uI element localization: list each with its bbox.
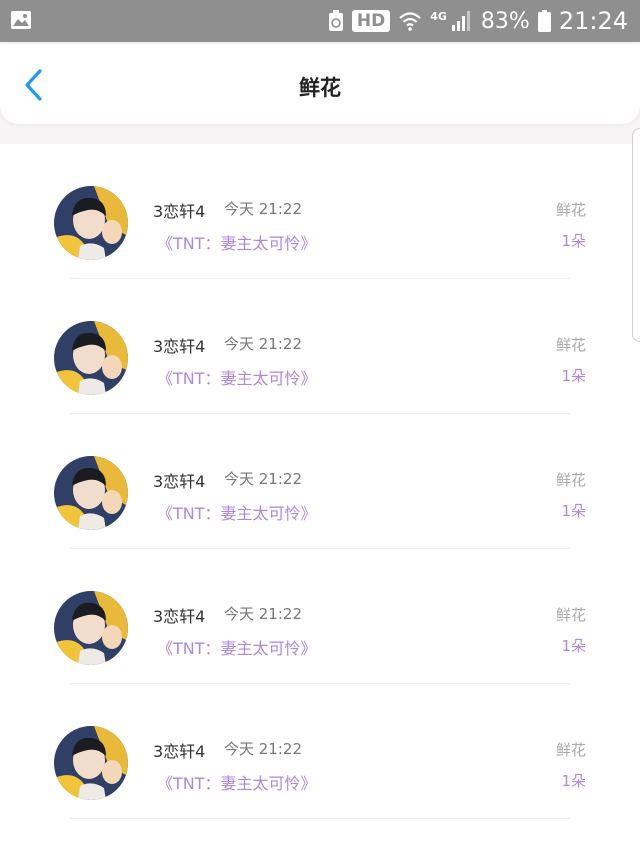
user-name[interactable]: 3恋轩4 (153, 603, 205, 627)
avatar[interactable] (54, 456, 128, 530)
book-title-link[interactable]: 《TNT：妻主太可怜》 (157, 770, 317, 794)
book-title-link[interactable]: 《TNT：妻主太可怜》 (157, 500, 317, 524)
avatar-image (54, 591, 128, 665)
user-name[interactable]: 3恋轩4 (153, 333, 205, 357)
avatar-image (54, 186, 128, 260)
avatar-image (54, 321, 128, 395)
gift-type: 鲜花 (555, 741, 586, 759)
gift-type: 鲜花 (555, 336, 586, 354)
status-bar: HD 4G 83% 21:24 (0, 0, 640, 42)
list-item[interactable]: 3恋轩4 今天 21:22 《TNT：妻主太可怜》 鲜花 1朵 (0, 414, 640, 549)
gift-time: 今天 21:22 (224, 470, 302, 488)
divider (70, 818, 570, 819)
gift-time: 今天 21:22 (224, 740, 302, 758)
flower-gift-list: 3恋轩4 今天 21:22 《TNT：妻主太可怜》 鲜花 1朵 3恋轩4 今天 … (0, 144, 640, 845)
book-title-link[interactable]: 《TNT：妻主太可怜》 (157, 365, 317, 389)
gift-count: 1朵 (561, 367, 586, 385)
gift-type: 鲜花 (555, 471, 586, 489)
gift-time: 今天 21:22 (224, 605, 302, 623)
battery-percent: 83% (480, 8, 530, 34)
list-item[interactable]: 3恋轩4 今天 21:22 《TNT：妻主太可怜》 鲜花 1朵 (0, 144, 640, 279)
wifi-icon (399, 12, 421, 31)
clock: 21:24 (558, 7, 628, 35)
network-type-label: 4G (430, 9, 447, 23)
user-name[interactable]: 3恋轩4 (153, 738, 205, 762)
gift-time: 今天 21:22 (224, 200, 302, 218)
battery-icon (537, 10, 551, 32)
gift-count: 1朵 (561, 232, 586, 250)
gift-count: 1朵 (561, 772, 586, 790)
gift-type: 鲜花 (555, 606, 586, 624)
recycle-battery-saver-icon (328, 10, 343, 31)
gift-count: 1朵 (561, 502, 586, 520)
signal-icon (451, 11, 470, 31)
gift-time: 今天 21:22 (224, 335, 302, 353)
gallery-icon (11, 11, 31, 29)
gift-count: 1朵 (561, 637, 586, 655)
page-title: 鲜花 (299, 76, 341, 100)
list-item[interactable]: 3恋轩4 今天 21:22 《TNT：妻主太可怜》 鲜花 1朵 (0, 684, 640, 819)
hd-badge: HD (351, 10, 391, 32)
avatar[interactable] (54, 186, 128, 260)
avatar-image (54, 456, 128, 530)
list-item[interactable]: 3恋轩4 今天 21:22 《TNT：妻主太可怜》 鲜花 1朵 (0, 549, 640, 684)
avatar-image (54, 726, 128, 800)
avatar[interactable] (54, 726, 128, 800)
avatar[interactable] (54, 591, 128, 665)
user-name[interactable]: 3恋轩4 (153, 198, 205, 222)
navigation-header: 鲜花 (0, 44, 640, 124)
scroll-handle[interactable] (632, 128, 640, 342)
book-title-link[interactable]: 《TNT：妻主太可怜》 (157, 635, 317, 659)
list-item[interactable]: 3恋轩4 今天 21:22 《TNT：妻主太可怜》 鲜花 1朵 (0, 279, 640, 414)
gift-type: 鲜花 (555, 201, 586, 219)
book-title-link[interactable]: 《TNT：妻主太可怜》 (157, 230, 317, 254)
avatar[interactable] (54, 321, 128, 395)
user-name[interactable]: 3恋轩4 (153, 468, 205, 492)
